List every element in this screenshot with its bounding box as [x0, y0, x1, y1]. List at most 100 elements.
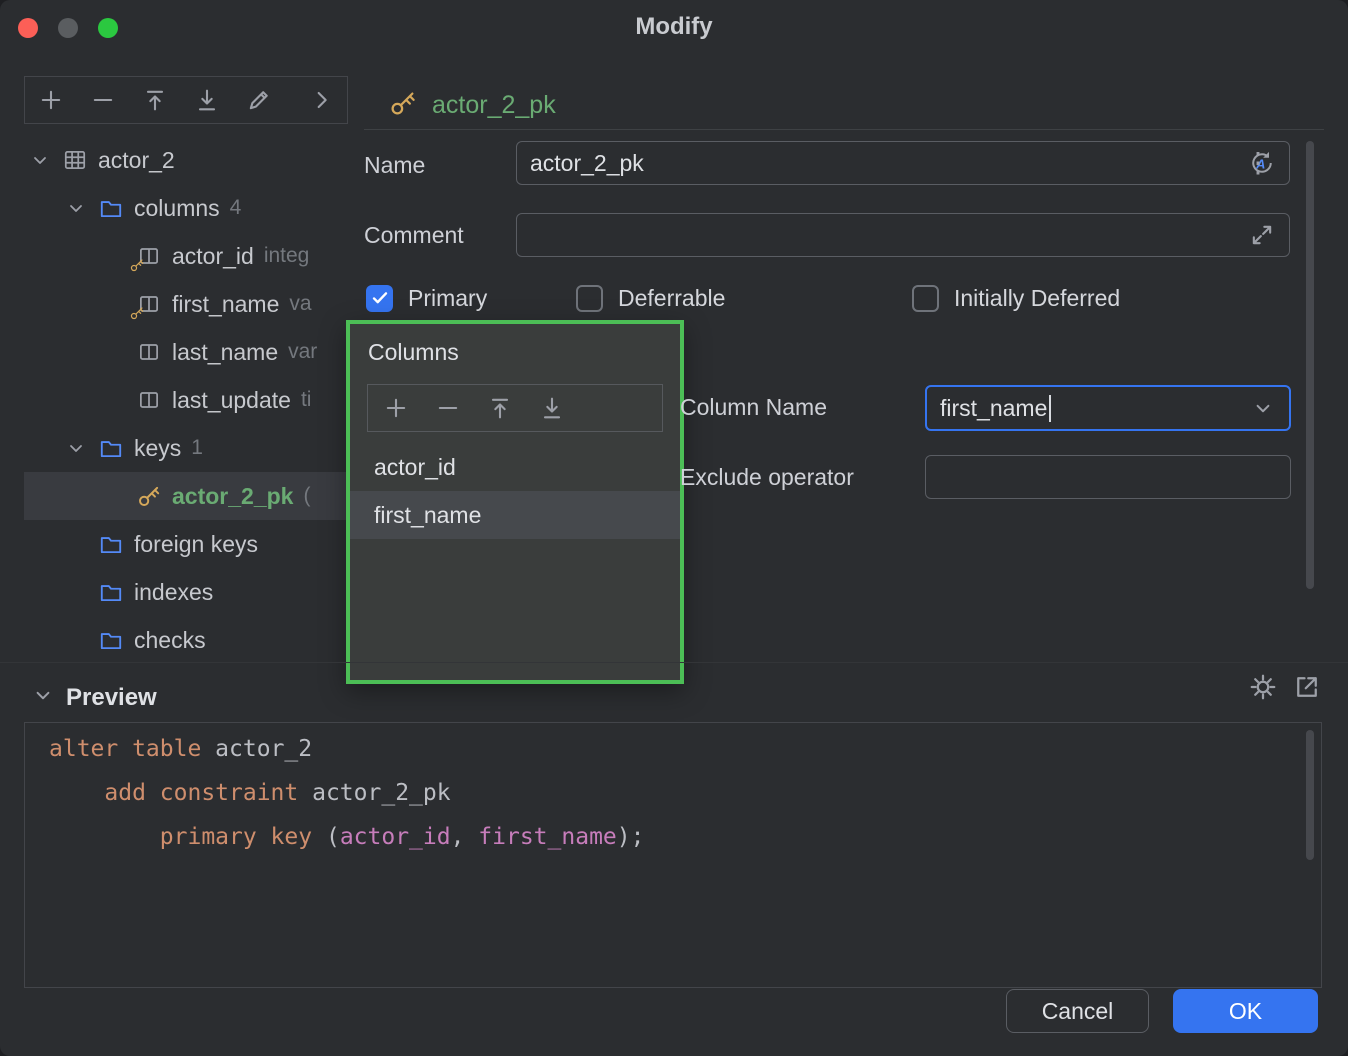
object-tree: actor_2 columns4 actor_id integ first_nameva… [24, 136, 348, 662]
constraint-name-heading: actor_2_pk [432, 91, 556, 120]
column-name-combobox[interactable]: first_name [925, 385, 1291, 431]
chevron-down-icon[interactable] [30, 682, 56, 713]
tree-item-actor_2[interactable]: actor_2 [24, 136, 348, 184]
checkbox-deferrable[interactable]: Deferrable [576, 283, 725, 313]
columns-list-item-first_name[interactable]: first_name [350, 491, 680, 539]
edit-icon[interactable] [245, 86, 273, 114]
name-label: Name [364, 152, 425, 179]
settings-gear-icon[interactable] [1248, 672, 1278, 707]
move-up-icon[interactable] [486, 394, 514, 422]
column-name-label: Column Name [680, 394, 827, 421]
checkbox-label: Primary [408, 285, 487, 312]
item-type-hint: ( [303, 484, 310, 508]
column-icon [136, 339, 162, 365]
preview-header[interactable]: Preview [30, 682, 157, 713]
tree-item-label: last_update [172, 387, 291, 414]
chevron-down-icon[interactable] [64, 196, 88, 220]
checkbox-initially-deferred[interactable]: Initially Deferred [912, 283, 1120, 313]
form-header: actor_2_pk [388, 88, 556, 123]
add-icon[interactable] [37, 86, 65, 114]
code-scrollbar[interactable] [1306, 730, 1314, 860]
tree-item-last_name[interactable]: last_namevar [24, 328, 348, 376]
tree-item-first_name[interactable]: first_nameva [24, 280, 348, 328]
column-key-icon [136, 243, 162, 269]
sql-line: alter table actor_2 [49, 727, 644, 771]
more-options-icon[interactable]: ⋮ [1243, 146, 1273, 180]
expand-icon[interactable] [307, 86, 335, 114]
item-type-hint: ti [301, 388, 312, 412]
key-icon [388, 88, 418, 123]
chevron-down-icon[interactable] [28, 148, 52, 172]
remove-icon[interactable] [434, 394, 462, 422]
column-key-icon [136, 291, 162, 317]
sql-line: primary key (actor_id, first_name); [49, 815, 644, 859]
checkbox-box[interactable] [576, 285, 603, 312]
comment-input[interactable] [516, 213, 1290, 257]
sql-code: alter table actor_2 add constraint actor… [49, 727, 644, 859]
checkbox-box[interactable] [912, 285, 939, 312]
checkbox-box[interactable] [366, 285, 393, 312]
columns-panel: Columns actor_idfirst_name [346, 320, 684, 684]
columns-list-item-actor_id[interactable]: actor_id [350, 443, 680, 491]
cancel-button[interactable]: Cancel [1006, 989, 1149, 1033]
folder-icon [98, 531, 124, 557]
item-type-hint: integ [264, 244, 310, 268]
tree-item-checks[interactable]: checks [24, 616, 348, 662]
table-icon [62, 147, 88, 173]
header-divider [364, 129, 1324, 130]
tree-item-label: actor_2_pk [172, 483, 293, 510]
preview-divider [0, 662, 1348, 663]
tree-item-foreign-keys[interactable]: foreign keys [24, 520, 348, 568]
item-type-hint: va [289, 292, 311, 316]
name-value: actor_2_pk [530, 150, 644, 177]
open-in-editor-icon[interactable] [1292, 672, 1322, 707]
tree-item-label: actor_id [172, 243, 254, 270]
chevron-down-icon[interactable] [1250, 395, 1276, 421]
preview-actions [1248, 672, 1322, 707]
checkbox-label: Initially Deferred [954, 285, 1120, 312]
move-down-icon[interactable] [538, 394, 566, 422]
move-up-icon[interactable] [141, 86, 169, 114]
tree-item-label: keys [134, 435, 181, 462]
sql-preview: alter table actor_2 add constraint actor… [24, 722, 1322, 988]
key-icon [136, 483, 162, 509]
tree-item-label: checks [134, 627, 206, 654]
text-cursor [1049, 395, 1051, 422]
ok-button[interactable]: OK [1173, 989, 1318, 1033]
comment-label: Comment [364, 222, 464, 249]
form-scrollbar[interactable] [1306, 141, 1314, 589]
item-count: 1 [191, 436, 203, 460]
remove-icon[interactable] [89, 86, 117, 114]
window-title: Modify [0, 13, 1348, 41]
chevron-placeholder [64, 580, 88, 604]
tree-item-label: last_name [172, 339, 278, 366]
tree-item-last_update[interactable]: last_update ti [24, 376, 348, 424]
checkbox-primary[interactable]: Primary [366, 283, 487, 313]
tree-item-indexes[interactable]: indexes [24, 568, 348, 616]
exclude-operator-input[interactable] [925, 455, 1291, 499]
key-icon [129, 257, 145, 273]
tree-item-label: actor_2 [98, 147, 175, 174]
item-count: 4 [230, 196, 242, 220]
chevron-down-icon[interactable] [64, 436, 88, 460]
tree-item-keys[interactable]: keys 1 [24, 424, 348, 472]
folder-icon [98, 435, 124, 461]
exclude-operator-label: Exclude operator [680, 464, 854, 491]
folder-icon [98, 579, 124, 605]
expand-editor-icon[interactable] [1248, 221, 1276, 249]
name-input[interactable]: actor_2_pk A [516, 141, 1290, 185]
columns-panel-title: Columns [368, 339, 459, 366]
tree-item-label: foreign keys [134, 531, 258, 558]
add-icon[interactable] [382, 394, 410, 422]
key-icon [129, 305, 145, 321]
tree-item-columns[interactable]: columns4 [24, 184, 348, 232]
preview-label: Preview [66, 684, 157, 712]
checkbox-label: Deferrable [618, 285, 725, 312]
column-icon [136, 387, 162, 413]
tree-item-actor_2_pk[interactable]: actor_2_pk ( [24, 472, 348, 520]
titlebar: Modify [0, 0, 1348, 56]
move-down-icon[interactable] [193, 86, 221, 114]
tree-item-label: indexes [134, 579, 213, 606]
tree-toolbar [24, 76, 348, 124]
tree-item-actor_id[interactable]: actor_id integ [24, 232, 348, 280]
